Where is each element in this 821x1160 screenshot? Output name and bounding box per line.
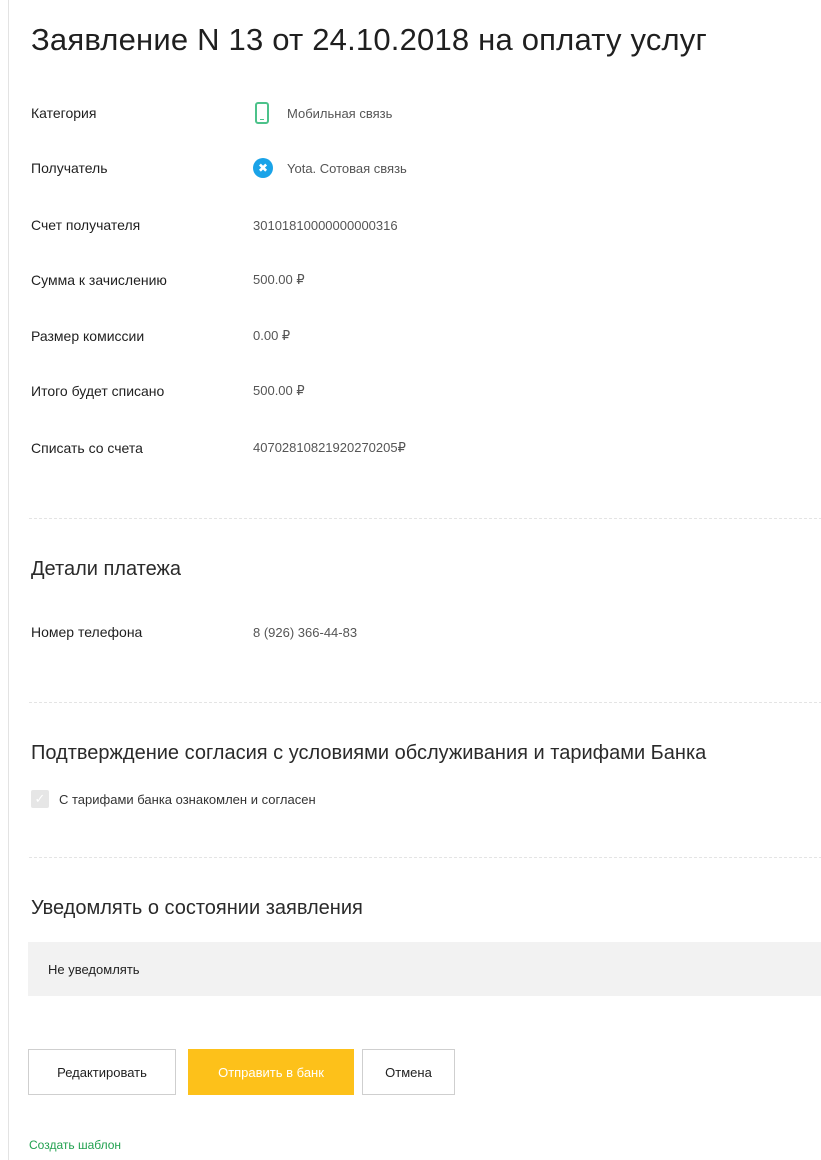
commission-value: 0.00 ₽ (253, 328, 291, 343)
recipient-account-label: Счет получателя (31, 217, 141, 233)
section-divider (29, 702, 821, 703)
total-row: Итого будет списано 500.00 ₽ (31, 379, 305, 403)
total-label: Итого будет списано (31, 383, 165, 399)
category-label: Категория (31, 105, 97, 121)
recipient-account-row: Счет получателя 30101810000000000316 (31, 213, 398, 237)
debit-account-row: Списать со счета 40702810821920270205₽ (31, 436, 406, 460)
recipient-value: Yota. Сотовая связь (287, 160, 407, 176)
section-divider (29, 857, 821, 858)
recipient-account-value: 30101810000000000316 (253, 217, 398, 233)
create-template-link[interactable]: Создать шаблон (29, 1138, 121, 1152)
consent-checkbox-label: С тарифами банка ознакомлен и согласен (59, 791, 316, 807)
phone-row: Номер телефона 8 (926) 366-44-83 (31, 620, 357, 644)
section-divider (29, 518, 821, 519)
consent-checkbox[interactable]: ✓ (31, 790, 49, 808)
debit-account-label: Списать со счета (31, 440, 143, 456)
notify-selected-value: Не уведомлять (48, 961, 140, 977)
consent-checkbox-row[interactable]: ✓ С тарифами банка ознакомлен и согласен (31, 790, 316, 808)
total-value: 500.00 ₽ (253, 383, 305, 398)
phone-label: Номер телефона (31, 624, 143, 640)
category-value: Мобильная связь (287, 105, 393, 121)
amount-label: Сумма к зачислению (31, 272, 167, 288)
payment-details-title: Детали платежа (31, 558, 181, 580)
amount-value: 500.00 ₽ (253, 272, 305, 287)
page-title: Заявление N 13 от 24.10.2018 на оплату у… (31, 22, 708, 57)
amount-row: Сумма к зачислению 500.00 ₽ (31, 268, 305, 292)
commission-label: Размер комиссии (31, 328, 145, 344)
category-row: Категория Мобильная связь (31, 101, 392, 125)
send-to-bank-button[interactable]: Отправить в банк (188, 1049, 354, 1095)
yota-logo-icon: ✖ (253, 158, 273, 178)
cancel-button[interactable]: Отмена (362, 1049, 455, 1095)
debit-account-value: 40702810821920270205₽ (253, 440, 406, 455)
notify-title: Уведомлять о состоянии заявления (31, 897, 363, 919)
notify-select[interactable]: Не уведомлять (28, 942, 821, 996)
mobile-phone-icon (255, 102, 269, 124)
recipient-label: Получатель (31, 160, 108, 176)
edit-button[interactable]: Редактировать (28, 1049, 176, 1095)
payment-application-page: Заявление N 13 от 24.10.2018 на оплату у… (8, 0, 821, 1160)
recipient-row: Получатель ✖ Yota. Сотовая связь (31, 156, 407, 180)
consent-title: Подтверждение согласия с условиями обслу… (31, 742, 707, 764)
commission-row: Размер комиссии 0.00 ₽ (31, 324, 290, 348)
phone-value: 8 (926) 366-44-83 (253, 624, 358, 640)
